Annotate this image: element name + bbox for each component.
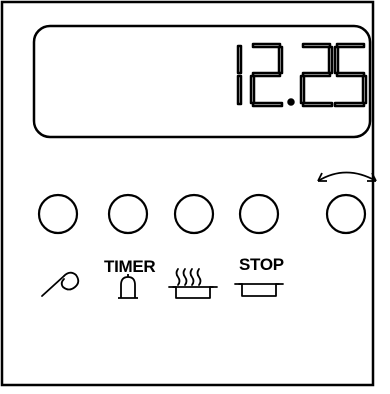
- digit-4: [333, 42, 368, 108]
- timer-label: TIMER: [104, 257, 156, 276]
- timer-button[interactable]: [107, 193, 149, 235]
- digit-3: [299, 42, 334, 108]
- display-window: [32, 24, 372, 139]
- pot-steam-icon: [168, 268, 218, 299]
- panel-drawing: [0, 0, 377, 387]
- digit-1: [236, 44, 243, 106]
- panel-frame: [0, 0, 375, 387]
- probe-button[interactable]: [37, 193, 79, 235]
- digit-2: [249, 42, 284, 108]
- control-panel: TIMER STOP 12.25: [0, 0, 390, 388]
- decimal-point: [287, 98, 295, 106]
- cook-button[interactable]: [173, 193, 215, 235]
- stop-label: STOP: [239, 255, 284, 274]
- stop-button[interactable]: [238, 193, 280, 235]
- probe-icon: [41, 271, 80, 297]
- rotary-knob[interactable]: [325, 193, 367, 235]
- pot-icon: [234, 283, 284, 297]
- display-digits: [236, 42, 368, 108]
- bell-icon: [118, 274, 138, 299]
- rotate-arrow-icon: [317, 171, 377, 182]
